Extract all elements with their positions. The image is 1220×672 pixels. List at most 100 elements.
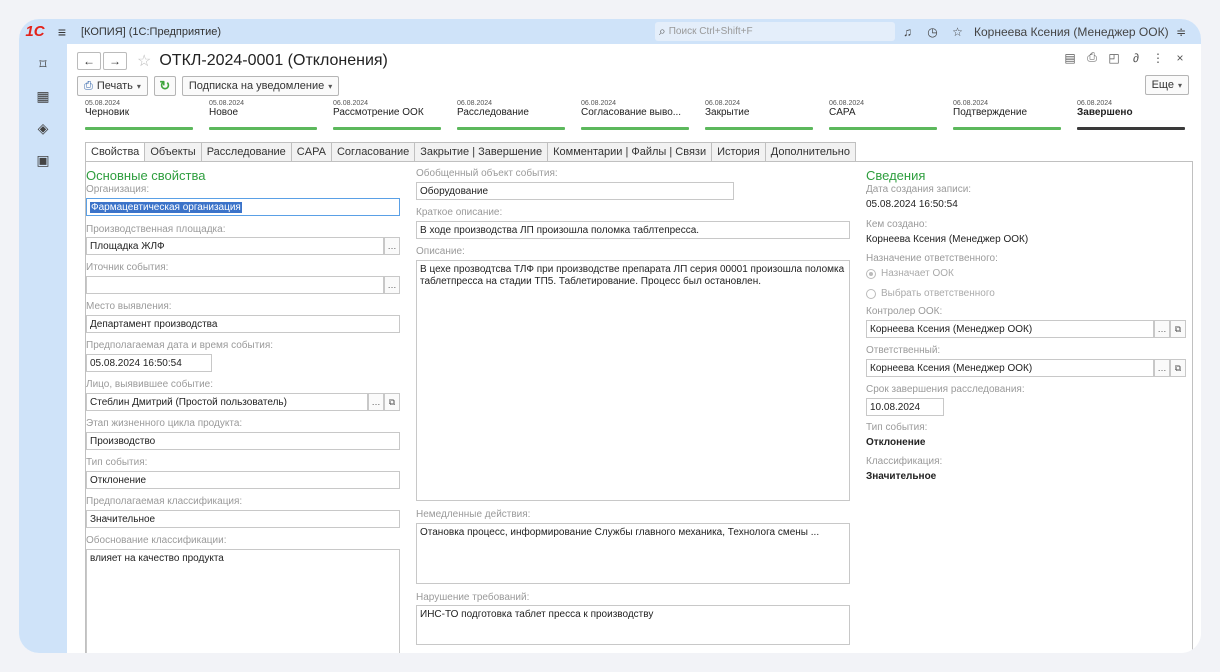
settings-icon[interactable]: ≑ (1169, 25, 1194, 39)
print-label: Печать (96, 80, 133, 92)
stage-item[interactable]: 06.08.2024 Закрытие (705, 100, 815, 130)
controller-field[interactable]: Корнеева Ксения (Менеджер ООК) (866, 320, 1154, 338)
menu-icon[interactable]: ≡ (51, 24, 73, 40)
violation-textarea[interactable]: ИНС-ТО подготовка таблет пресса к произв… (416, 605, 850, 645)
event-type-label: Тип события: (86, 457, 148, 468)
object-field[interactable]: Оборудование (416, 182, 734, 200)
tab-properties[interactable]: Свойства (85, 142, 145, 162)
refresh-button[interactable]: ↻ (153, 76, 176, 96)
search-input[interactable]: ⌕ Поиск Ctrl+Shift+F (655, 22, 895, 41)
short-desc-field[interactable]: В ходе производства ЛП произошла поломка… (416, 221, 850, 239)
responsible-field[interactable]: Корнеева Ксения (Менеджер ООК) (866, 359, 1154, 377)
more-vertical-icon[interactable]: ⋮ (1147, 51, 1169, 65)
description-textarea[interactable]: В цехе прозводтсва ТЛФ при производстве … (416, 260, 850, 501)
deadline-field[interactable]: 10.08.2024 (866, 398, 944, 416)
event-type-field[interactable]: Отклонение (86, 471, 400, 489)
org-value: Фармацевтическая организация (90, 201, 242, 213)
violation-label: Нарушение требований: (416, 592, 530, 603)
stage-name: Согласование выво... (581, 107, 682, 118)
stage-name: Новое (209, 107, 239, 118)
site-field[interactable]: Площадка ЖЛФ (86, 237, 384, 255)
place-field[interactable]: Департамент производства (86, 315, 400, 333)
preview-icon[interactable]: ◰ (1103, 51, 1125, 65)
app-window: 1С ≡ [КОПИЯ] (1С:Предприятие) ⌕ Поиск Ctr… (19, 19, 1201, 653)
description-label: Описание: (416, 246, 465, 257)
favorite-star-icon[interactable]: ☆ (137, 51, 151, 71)
deadline-label: Срок завершения расследования: (866, 384, 1025, 395)
stage-item[interactable]: 06.08.2024 CAPA (829, 100, 939, 130)
stage-item[interactable]: 06.08.2024 Рассмотрение ООК (333, 100, 443, 130)
created-by-value: Корнеева Ксения (Менеджер ООК) (866, 234, 1029, 245)
tab-objects[interactable]: Объекты (144, 142, 201, 162)
status-stages: 05.08.2024 Черновик 05.08.2024 Новое 06.08… (85, 100, 1193, 130)
stage-date: 06.08.2024 (581, 100, 617, 107)
minimize-icon[interactable]: _ (1194, 25, 1201, 39)
forward-button[interactable]: → (103, 52, 127, 70)
back-button[interactable]: ← (77, 52, 101, 70)
stage-bar (209, 127, 317, 130)
basis-textarea[interactable]: влияет на качество продукта (86, 549, 400, 653)
source-label: Иточник события: (86, 262, 169, 273)
layers-icon[interactable]: ◈ (19, 112, 67, 144)
stage-item[interactable]: 06.08.2024 Согласование выво... (581, 100, 691, 130)
subscribe-label: Подписка на уведомление (188, 80, 325, 92)
print-icon[interactable]: ⎙ (1081, 50, 1103, 65)
print-button[interactable]: ⎙ Печать ▾ (77, 76, 148, 96)
classification-field[interactable]: Значительное (86, 510, 400, 528)
reports-icon[interactable]: ▣ (19, 144, 67, 176)
stage-item[interactable]: 05.08.2024 Новое (209, 100, 319, 130)
subscribe-button[interactable]: Подписка на уведомление ▾ (181, 76, 340, 96)
tab-closing[interactable]: Закрытие | Завершение (414, 142, 548, 162)
tab-capa[interactable]: CAPA (290, 142, 331, 162)
stage-item[interactable]: 05.08.2024 Черновик (85, 100, 195, 130)
tab-investigation[interactable]: Расследование (200, 142, 291, 162)
stage-bar (829, 127, 937, 130)
close-icon[interactable]: × (1169, 51, 1191, 65)
lifecycle-field[interactable]: Производство (86, 432, 400, 450)
history-icon[interactable]: ◷ (920, 25, 945, 39)
info-heading: Сведения (866, 168, 926, 183)
controller-select-button[interactable]: … (1154, 320, 1170, 338)
desktop-icon[interactable]: ▦ (19, 80, 67, 112)
tab-history[interactable]: История (711, 142, 765, 162)
source-field[interactable] (86, 276, 384, 294)
tab-comments[interactable]: Комментарии | Файлы | Связи (547, 142, 712, 162)
person-field[interactable]: Стеблин Дмитрий (Простой пользователь) (86, 393, 368, 411)
responsible-select-button[interactable]: … (1154, 359, 1170, 377)
person-open-icon[interactable]: ⧉ (384, 393, 400, 411)
stage-name: CAPA (829, 107, 856, 118)
stage-date: 05.08.2024 (85, 100, 121, 107)
window-title: [КОПИЯ] (1С:Предприятие) (81, 25, 222, 38)
stage-item[interactable]: 06.08.2024 Подтверждение (953, 100, 1063, 130)
site-select-button[interactable]: … (384, 237, 400, 255)
person-label: Лицо, выявившее событие: (86, 379, 214, 390)
tab-approval[interactable]: Согласование (330, 142, 415, 162)
stage-item[interactable]: 06.08.2024 Завершено (1077, 100, 1187, 130)
actions-textarea[interactable]: Отановка процесс, информирование Службы … (416, 523, 850, 584)
person-select-button[interactable]: … (368, 393, 384, 411)
tab-additional[interactable]: Дополнительно (764, 142, 856, 162)
favorites-star-icon[interactable]: ☆ (945, 25, 970, 39)
current-user[interactable]: Корнеева Ксения (Менеджер ООК) (974, 25, 1169, 39)
radio-assign-ook[interactable]: Назначает ООК (866, 268, 954, 279)
stage-date: 05.08.2024 (209, 100, 245, 107)
controller-open-icon[interactable]: ⧉ (1170, 320, 1186, 338)
save-icon[interactable]: ▤ (1059, 51, 1081, 65)
responsible-open-icon[interactable]: ⧉ (1170, 359, 1186, 377)
stage-name: Завершено (1077, 107, 1133, 118)
bell-icon[interactable]: ♫ (895, 25, 920, 39)
more-label: Еще (1151, 79, 1174, 91)
chevron-down-icon: ▾ (1177, 80, 1182, 90)
date-field[interactable]: 05.08.2024 16:50:54 (86, 354, 212, 372)
source-select-button[interactable]: … (384, 276, 400, 294)
classification-info-label: Классификация: (866, 456, 943, 467)
bookmarks-icon[interactable]: ⌑ (19, 48, 67, 80)
radio-choose-responsible[interactable]: Выбрать ответственного (866, 288, 995, 299)
stage-item[interactable]: 06.08.2024 Расследование (457, 100, 567, 130)
link-icon[interactable]: ∂ (1125, 51, 1147, 65)
org-field[interactable]: Фармацевтическая организация (86, 198, 400, 216)
more-button[interactable]: Еще ▾ (1144, 75, 1189, 95)
main-properties-heading: Основные свойства (86, 168, 206, 183)
stage-date: 06.08.2024 (829, 100, 865, 107)
event-type-info-label: Тип события: (866, 422, 928, 433)
